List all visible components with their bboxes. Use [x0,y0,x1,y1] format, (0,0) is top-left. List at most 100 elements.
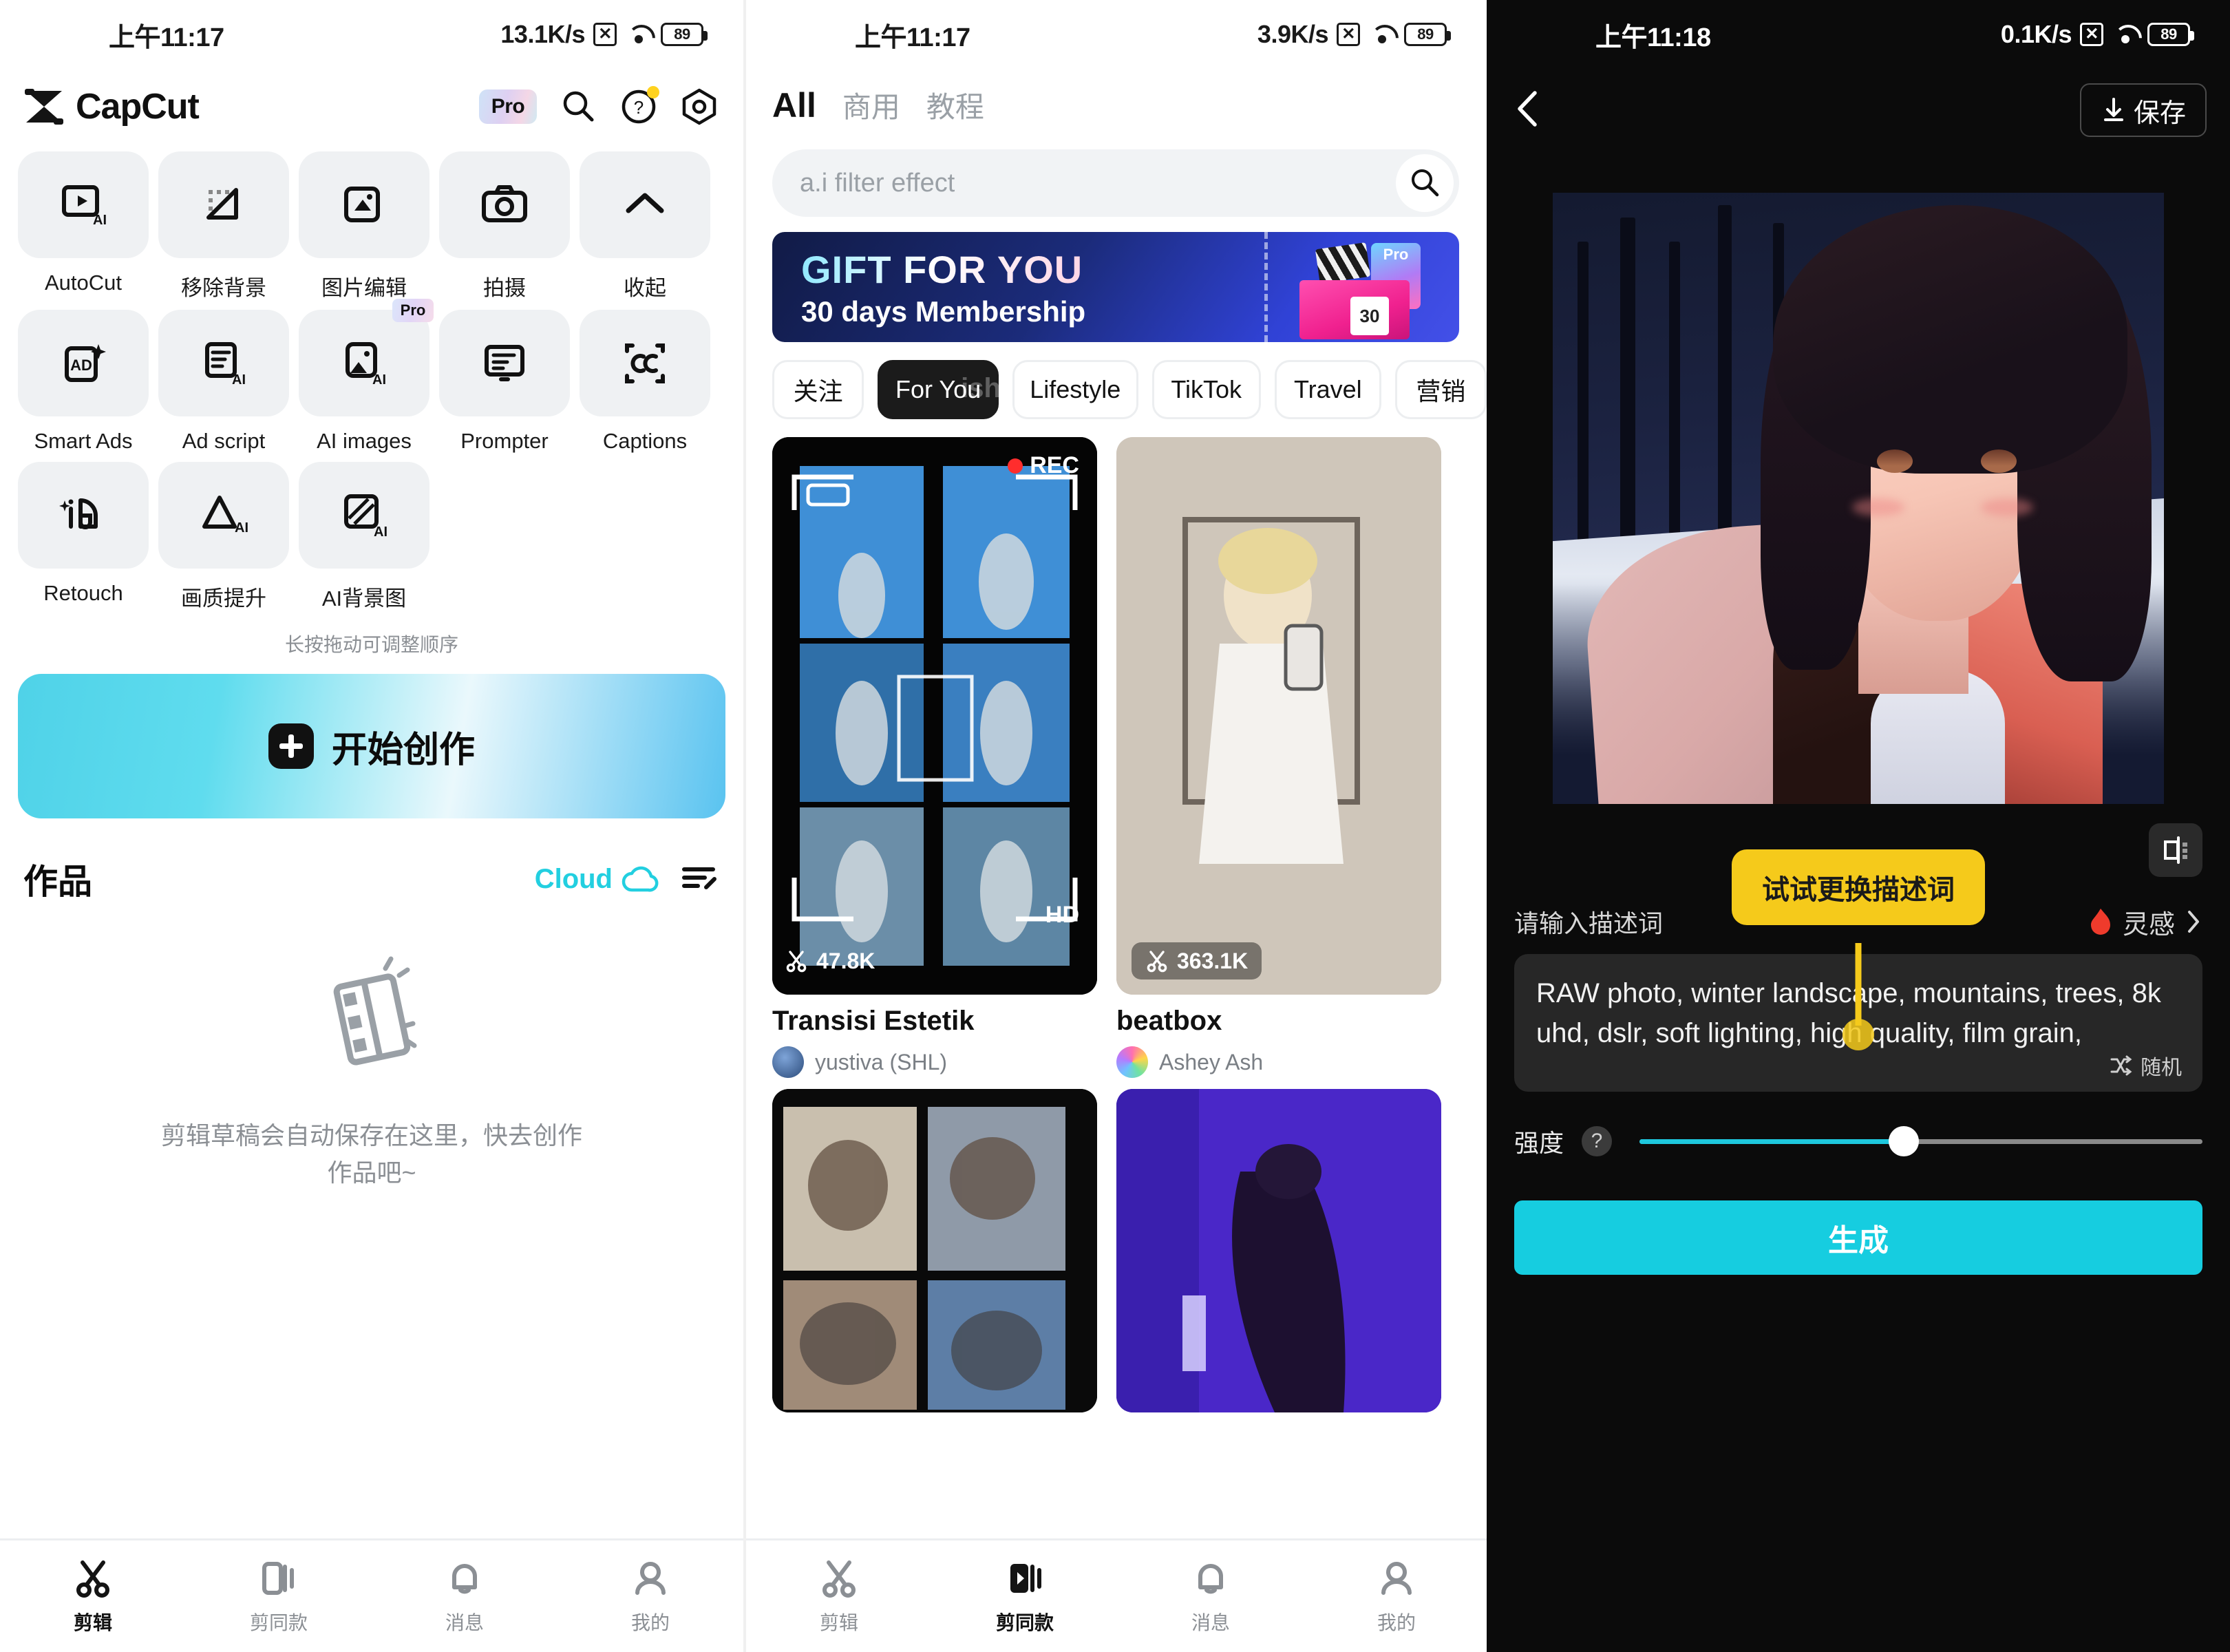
start-create-button[interactable]: 开始创作 [18,674,725,818]
preview-tree [1620,217,1635,560]
status-time: 上午11:17 [109,23,224,52]
chip-travel[interactable]: Travel [1274,360,1381,419]
chip-label: 关注 [793,377,843,405]
tool-captions[interactable]: Captions [580,310,710,454]
tool-label: AI背景图 [321,586,407,611]
camera-icon [482,184,527,222]
help-icon[interactable]: ? [619,86,659,126]
preview-eye-left [1876,449,1913,473]
tool-label: 移除背景 [181,276,266,300]
prompt-section: 试试更换描述词 请输入描述词 灵感 RAW photo, winter land… [1487,849,2230,1092]
svg-text:AI: AI [374,525,387,540]
svg-text:?: ? [634,97,644,118]
prompt-tooltip[interactable]: 试试更换描述词 [1732,849,1985,925]
template-author[interactable]: yustiva (SHL) [772,1046,1097,1078]
tool-label: 收起 [624,276,666,300]
editor-top-bar: 保存 [1487,69,2230,151]
help-icon[interactable]: ? [1582,1126,1613,1156]
save-button[interactable]: 保存 [2079,83,2207,137]
tool-label: Ad script [182,429,266,453]
random-prompt-button[interactable]: 随机 [2109,1050,2182,1081]
chip-for-you[interactable]: For You ish [878,360,1001,419]
template-card[interactable] [1116,1089,1441,1412]
template-thumbnail[interactable]: 363.1K [1116,437,1441,995]
generated-image-preview[interactable] [1553,193,2164,804]
template-thumbnail[interactable] [772,1089,1097,1412]
inspiration-button[interactable]: 灵感 [2088,903,2202,941]
tool-collapse[interactable]: 收起 [580,151,710,301]
tool-retouch[interactable]: Retouch [18,462,149,612]
scissors-icon [822,1560,856,1598]
bell-icon [1198,1564,1223,1594]
chip-following[interactable]: 关注 [772,360,864,419]
search-input[interactable]: a.i filter effect [772,149,1459,217]
tool-remove-bg[interactable]: 移除背景 [158,151,289,301]
tool-image-edit[interactable]: 图片编辑 [299,151,429,301]
compare-button[interactable] [2149,823,2202,877]
search-submit-button[interactable] [1396,154,1454,212]
gear-icon[interactable] [680,87,719,126]
preview-tree [1717,204,1732,560]
chip-marketing[interactable]: 营销 [1394,360,1487,419]
generate-button[interactable]: 生成 [1514,1200,2202,1275]
slider-fill [1639,1139,1904,1144]
nav-item-profile[interactable]: 我的 [1304,1557,1487,1635]
tab-tutorial[interactable]: 教程 [926,84,984,126]
tool-autocut[interactable]: AI AutoCut [18,151,149,301]
tool-upscale[interactable]: AI 画质提升 [158,462,289,612]
author-name: yustiva (SHL) [815,1049,948,1074]
templates-icon [1010,1564,1041,1593]
no-sim-icon: ✕ [593,23,617,46]
wifi-icon [1368,23,1396,46]
chip-lifestyle[interactable]: Lifestyle [1012,360,1138,419]
nav-item-profile[interactable]: 我的 [558,1557,743,1635]
nav-item-edit[interactable]: 剪辑 [0,1557,186,1635]
scissors-icon [786,951,807,973]
gift-illustration: Pro 30 [1284,242,1436,339]
tool-prompter[interactable]: Prompter [439,310,570,454]
category-chips: 关注 For You ish Lifestyle TikTok Travel 营销 [746,342,1487,419]
membership-banner[interactable]: GIFT FOR YOU 30 days Membership Pro 30 [772,232,1459,342]
tooltip-pointer-dot [1843,1019,1874,1050]
template-card[interactable]: REC HD 47.8K Transisi Estetik yustiva (S… [772,437,1097,1078]
tool-ad-script[interactable]: AI Ad script [158,310,289,454]
nav-item-messages[interactable]: 消息 [372,1557,558,1635]
chip-tiktok[interactable]: TikTok [1151,360,1261,419]
tool-ai-background[interactable]: AI AI背景图 [299,462,429,612]
chevron-right-icon [2188,911,2199,933]
nav-item-messages[interactable]: 消息 [1118,1557,1304,1635]
pro-badge[interactable]: Pro [479,89,537,124]
template-card[interactable] [772,1089,1097,1412]
prompt-label: 请输入描述词 [1514,909,1664,938]
uses-badge: 363.1K [1132,942,1262,979]
tool-camera[interactable]: 拍摄 [439,151,570,301]
nav-label: 消息 [445,1612,484,1633]
search-icon[interactable] [559,87,597,126]
autocut-ai-icon: AI [62,184,107,228]
slider-knob[interactable] [1889,1126,1920,1156]
tool-smart-ads[interactable]: AD Smart Ads [18,310,149,454]
nav-item-edit[interactable]: 剪辑 [746,1557,932,1635]
tab-all[interactable]: All [772,85,816,125]
person-icon [635,1562,666,1595]
template-thumbnail[interactable] [1116,1089,1441,1412]
cloud-button[interactable]: Cloud [535,864,659,895]
days-badge: 30 [1350,297,1389,335]
template-thumbnail[interactable]: REC HD 47.8K [772,437,1097,995]
nav-item-templates[interactable]: 剪同款 [932,1557,1118,1635]
feed-tabs: All 商用 教程 [746,69,1487,126]
strength-slider[interactable] [1639,1126,2202,1156]
capcut-logo-icon [25,89,63,125]
flame-icon [2090,909,2110,935]
app-header: CapCut Pro ? [0,69,743,145]
tab-commercial[interactable]: 商用 [842,84,900,126]
works-sort-button[interactable] [680,861,719,898]
panel-capcut-home: 上午11:17 13.1K/s ✕ 89 CapCut Pro ? AI Aut… [0,0,743,1652]
nav-item-templates[interactable]: 剪同款 [186,1557,372,1635]
back-button[interactable] [1510,87,1547,134]
tool-ai-images[interactable]: Pro AI AI images [299,299,434,454]
tool-row-1: AI AutoCut 移除背景 图片编辑 拍摄 收起 [18,151,725,301]
template-card[interactable]: 363.1K beatbox Ashey Ash [1116,437,1441,1078]
template-author[interactable]: Ashey Ash [1116,1046,1441,1078]
ai-background-icon: AI [344,494,387,540]
